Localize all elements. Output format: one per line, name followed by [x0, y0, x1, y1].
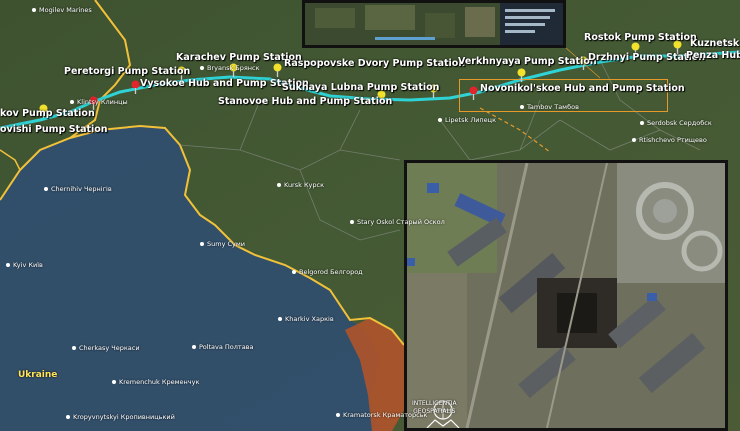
station-label-penza[interactable]: Penza Hub a: [686, 50, 740, 61]
city-label-kursk[interactable]: Kursk Курск: [277, 181, 324, 189]
station-label-karachev[interactable]: Karachev Pump Station: [176, 52, 302, 63]
red-pin-icon[interactable]: [468, 86, 479, 100]
city-label-kyiv[interactable]: Kyiv Київ: [6, 261, 43, 269]
station-label-kuznetsk[interactable]: Kuznetsk P: [690, 38, 740, 49]
city-label-kharkiv[interactable]: Kharkiv Харків: [278, 315, 334, 323]
city-label-rtishchevo[interactable]: Rtishchevo Ртищево: [632, 136, 707, 144]
station-label-stanovoe[interactable]: Stanovoe Hub and Pump Station: [218, 96, 392, 107]
city-label-chernihiv[interactable]: Chernihiv Чернігів: [44, 185, 112, 193]
city-label-sumy[interactable]: Sumy Суми: [200, 240, 245, 248]
station-label-kov[interactable]: kov Pump Station: [0, 108, 95, 119]
city-label-klintsy[interactable]: Klintsy Клинцы: [70, 98, 128, 106]
logo-line-1: INTELLIGENTIA: [412, 400, 457, 407]
city-label-kremenchuk[interactable]: Kremenchuk Кременчук: [112, 378, 199, 386]
city-label-bryansk[interactable]: Bryansk Брянск: [200, 64, 260, 72]
city-label-belgorod[interactable]: Belgorod Белгород: [292, 268, 363, 276]
station-label-ovishi[interactable]: ovishi Pump Station: [0, 124, 108, 135]
inset-satellite-image[interactable]: [404, 160, 728, 431]
city-label-serdobsk[interactable]: Serdobsk Сердобск: [640, 119, 712, 127]
station-label-verkhnyaya[interactable]: Verkhnyaya Pump Station: [458, 56, 597, 67]
city-label-staryoskol[interactable]: Stary Oskol Старый Оскол: [350, 218, 445, 226]
station-label-novonikolskoe[interactable]: Novonikol'skoe Hub and Pump Station: [480, 83, 685, 94]
city-label-tambov[interactable]: Tambov Тамбов: [520, 103, 579, 111]
station-label-rostok[interactable]: Rostok Pump Station: [584, 32, 697, 43]
satellite-image: [407, 163, 725, 428]
city-label-kramatorsk[interactable]: Kramatorsk Краматорськ: [336, 411, 427, 419]
city-label-lipetsk[interactable]: Lipetsk Липецк: [438, 116, 496, 124]
country-label-ukraine: Ukraine: [18, 370, 58, 380]
thumbnail-image: [305, 3, 563, 45]
yellow-pin-icon[interactable]: [516, 68, 527, 82]
station-label-peretorgi[interactable]: Peretorgi Pump Station: [64, 66, 190, 77]
city-label-poltava[interactable]: Poltava Полтава: [192, 343, 254, 351]
city-label-cherkasy[interactable]: Cherkasy Черкаси: [72, 344, 140, 352]
inset-satellite-thumbnail[interactable]: [302, 0, 566, 48]
city-label-mogilev[interactable]: Mogilev Marines: [32, 6, 92, 14]
station-label-raspopovske[interactable]: Raspopovske Dvory Pump Station: [284, 58, 465, 69]
station-label-sukhaya[interactable]: Sukhaya Lubna Pump Station: [282, 82, 439, 93]
yellow-pin-icon[interactable]: [272, 63, 283, 77]
city-label-kropyvnytskyi[interactable]: Kropyvnytskyi Кропивницький: [66, 413, 175, 421]
